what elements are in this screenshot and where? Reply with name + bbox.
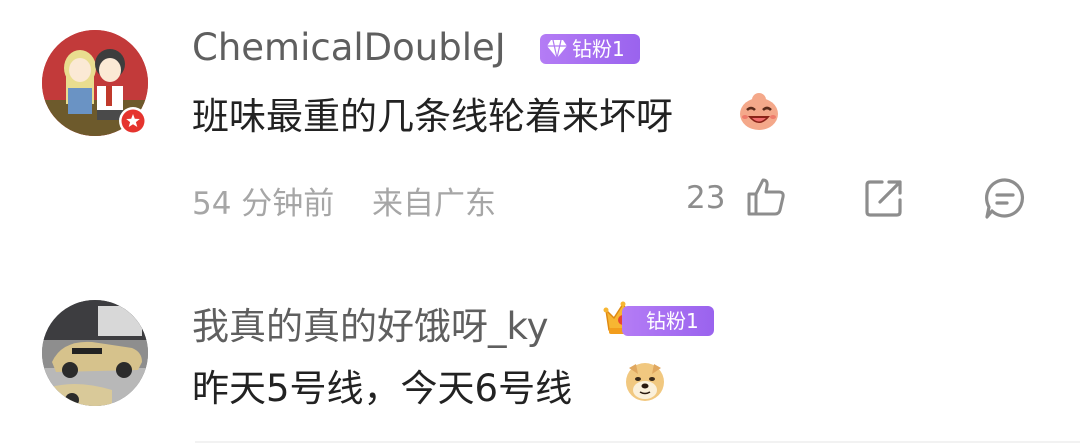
username[interactable]: 我真的真的好饿呀_ky [192,296,549,350]
avatar-image [42,300,148,406]
fan-badge[interactable]: 钻粉1 [622,306,714,336]
doge-emoji-icon [624,360,666,402]
comment-item: 我真的真的好饿呀_ky 钻粉1 昨天5号线，今天6号线 [0,0,1080,445]
comment-text: 昨天5号线，今天6号线 [192,367,573,410]
divider [195,441,1080,443]
badge-label: 钻粉1 [646,309,699,333]
avatar[interactable] [42,300,148,406]
